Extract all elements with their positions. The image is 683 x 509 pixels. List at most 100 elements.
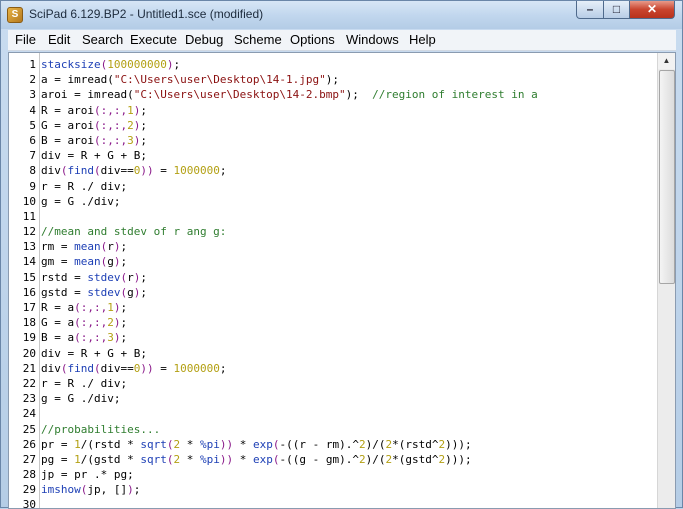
menu-edit[interactable]: Edit	[48, 32, 70, 47]
code-line[interactable]: 26 pr = 1/(rstd * sqrt(2 * %pi)) * exp(-(…	[9, 437, 657, 452]
code-line[interactable]: 27 pg = 1/(gstd * sqrt(2 * %pi)) * exp(-(…	[9, 452, 657, 467]
title-bar[interactable]: S SciPad 6.129.BP2 - Untitled1.sce (modi…	[1, 1, 682, 29]
code-line[interactable]: 3 aroi = imread("C:\Users\user\Desktop\14…	[9, 87, 657, 102]
menu-debug[interactable]: Debug	[185, 32, 223, 47]
code-token: mean	[74, 240, 101, 254]
code-line[interactable]: 21 div(find(div==0)) = 1000000;	[9, 361, 657, 376]
code-line[interactable]: 9 r = R ./ div;	[9, 179, 657, 194]
code-line[interactable]: 1 stacksize(100000000);	[9, 57, 657, 72]
code-token: )	[113, 301, 121, 314]
code-token: *	[233, 437, 253, 451]
code-line[interactable]: 22 r = R ./ div;	[9, 376, 657, 391]
menu-scheme[interactable]: Scheme	[234, 32, 282, 47]
code-line[interactable]: 15 rstd = stdev(r);	[9, 270, 657, 285]
code-line[interactable]: 4 R = aroi(:,:,1);	[9, 103, 657, 118]
code-token: 2	[127, 118, 134, 132]
code-token: *	[233, 452, 253, 466]
scroll-up-arrow-icon[interactable]: ▲	[658, 53, 675, 69]
code-token: 2	[358, 437, 366, 451]
code-token: R = aroi	[41, 103, 94, 117]
code-token: G = aroi	[41, 118, 94, 132]
code-token: r	[127, 270, 134, 284]
code-token: ;	[219, 164, 227, 178]
code-line[interactable]: 5 G = aroi(:,:,2);	[9, 118, 657, 133]
code-token: g	[107, 255, 114, 269]
code-line[interactable]: 30	[9, 497, 657, 509]
code-token: (:,:,	[74, 331, 108, 345]
menu-search[interactable]: Search	[82, 32, 123, 47]
code-token: )	[113, 240, 121, 254]
line-number: 1	[29, 58, 36, 71]
vertical-scrollbar[interactable]: ▲	[657, 53, 675, 508]
line-number: 18	[22, 316, 36, 330]
code-line[interactable]: 13 rm = mean(r);	[9, 239, 657, 254]
code-token: (	[60, 164, 68, 178]
code-token: r = R ./ div;	[41, 179, 128, 193]
line-number: 7	[29, 149, 36, 163]
code-line[interactable]: 12 //mean and stdev of r ang g:	[9, 224, 657, 239]
code-line[interactable]: 19 B = a(:,:,3);	[9, 330, 657, 345]
minimize-icon[interactable]: –	[576, 1, 604, 19]
code-token: R = a	[41, 301, 75, 314]
code-token: )	[113, 316, 121, 330]
code-line[interactable]: 8 div(find(div==0)) = 1000000;	[9, 163, 657, 178]
code-line[interactable]: 23 g = G ./div;	[9, 391, 657, 406]
code-text: jp = pr .* pg;	[41, 467, 134, 482]
scipad-app-icon[interactable]: S	[7, 7, 23, 23]
close-icon[interactable]: ✕	[629, 1, 675, 19]
code-token: g	[127, 285, 134, 299]
code-line[interactable]: 2 a = imread("C:\Users\user\Desktop\14-1.…	[9, 72, 657, 87]
code-token: *	[180, 437, 200, 451]
code-token: rm =	[41, 240, 75, 254]
line-number: 28	[22, 468, 36, 482]
code-token: (	[94, 164, 101, 178]
code-token: g = G ./div;	[41, 194, 121, 208]
code-line[interactable]: 10 g = G ./div;	[9, 194, 657, 209]
code-area[interactable]: 1 stacksize(100000000); 2 a = imread("C:\Us…	[9, 57, 657, 509]
code-text: r = R ./ div;	[41, 179, 127, 194]
line-number: 30	[22, 498, 36, 509]
code-token: )))	[445, 437, 465, 451]
code-token: imshow	[41, 483, 81, 497]
menu-options[interactable]: Options	[290, 32, 335, 47]
menu-bar: File Edit Search Execute Debug Scheme Op…	[8, 30, 676, 51]
line-number: 4	[29, 103, 36, 117]
menu-file[interactable]: File	[15, 32, 36, 47]
scipad-window: S SciPad 6.129.BP2 - Untitled1.sce (modi…	[0, 0, 683, 509]
menu-execute[interactable]: Execute	[130, 32, 177, 47]
code-line[interactable]: 11	[9, 209, 657, 224]
code-token: )))	[445, 452, 465, 466]
code-token: //region of interest in a	[372, 88, 538, 102]
code-editor[interactable]: 1 stacksize(100000000); 2 a = imread("C:\Us…	[8, 52, 676, 509]
code-token: ;	[120, 331, 128, 345]
code-line[interactable]: 16 gstd = stdev(g);	[9, 285, 657, 300]
scrollbar-thumb[interactable]	[659, 70, 675, 284]
menu-help[interactable]: Help	[409, 32, 436, 47]
code-line[interactable]: 28 jp = pr .* pg;	[9, 467, 657, 482]
code-token: 1000000	[173, 164, 220, 178]
code-line[interactable]: 18 G = a(:,:,2);	[9, 315, 657, 330]
code-token: stacksize	[41, 58, 101, 71]
code-line[interactable]: 17 R = a(:,:,1);	[9, 300, 657, 315]
menu-windows[interactable]: Windows	[346, 32, 399, 47]
code-text: imshow(jp, []);	[41, 482, 140, 497]
code-line[interactable]: 24	[9, 406, 657, 421]
line-number: 19	[22, 331, 36, 345]
code-token: =	[153, 361, 174, 375]
code-line[interactable]: 14 gm = mean(g);	[9, 254, 657, 269]
code-token: 1	[127, 103, 134, 117]
code-text: R = a(:,:,1);	[41, 300, 127, 315]
code-text: aroi = imread("C:\Users\user\Desktop\14-…	[41, 87, 538, 102]
code-line[interactable]: 7 div = R + G + B;	[9, 148, 657, 163]
code-line[interactable]: 25 //probabilities...	[9, 422, 657, 437]
code-text: rstd = stdev(r);	[41, 270, 147, 285]
line-number: 25	[22, 422, 36, 436]
code-line[interactable]: 20 div = R + G + B;	[9, 346, 657, 361]
code-token: div = R + G + B;	[41, 346, 147, 360]
code-line[interactable]: 29 imshow(jp, []);	[9, 482, 657, 497]
code-text: R = aroi(:,:,1);	[41, 103, 147, 118]
line-number: 6	[29, 133, 36, 147]
maximize-icon[interactable]: □	[603, 1, 630, 19]
code-line[interactable]: 6 B = aroi(:,:,3);	[9, 133, 657, 148]
code-token: "C:\Users\user\Desktop\14-1.jpg"	[113, 73, 326, 87]
